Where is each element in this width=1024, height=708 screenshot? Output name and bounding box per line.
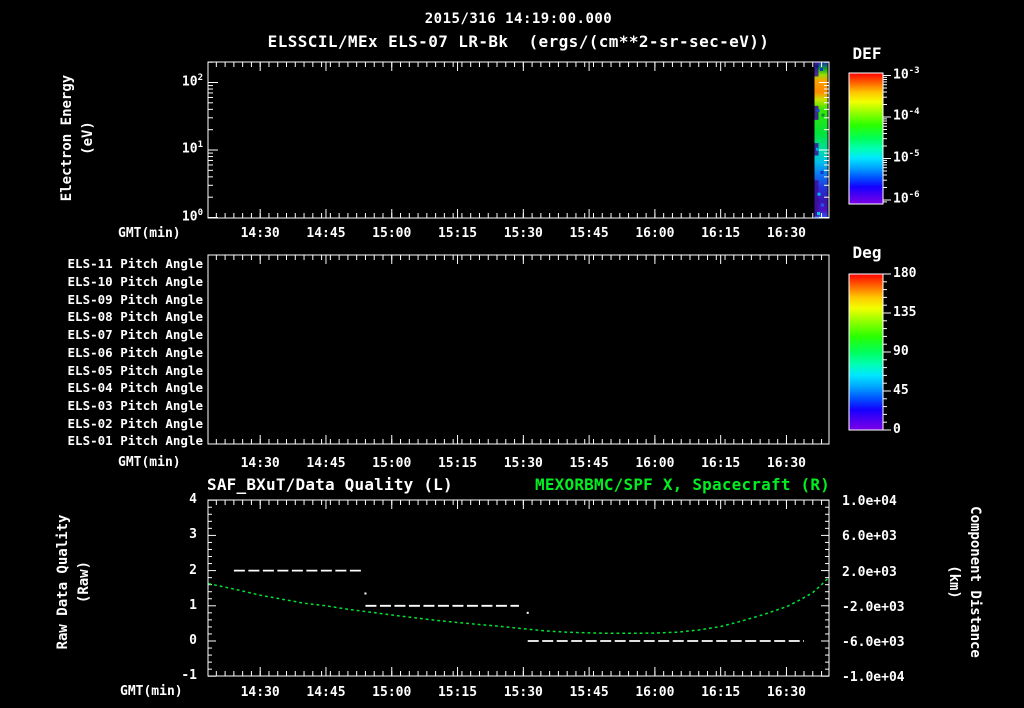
def-colorbar-title: DEF — [852, 44, 882, 63]
distance-axis-title: Component Distance (km) — [943, 506, 985, 658]
pitch-row-label: ELS-03 Pitch Angle — [67, 397, 203, 413]
pitch-row-label: ELS-10 Pitch Angle — [67, 274, 203, 289]
x-tick-label: 14:45 — [306, 685, 346, 700]
pitch-row-label: ELS-05 Pitch Angle — [67, 362, 203, 378]
colorbar-tick-label: 10-4 — [893, 107, 920, 124]
x-tick-label: 15:00 — [372, 685, 412, 700]
energy-axis-title-line1: Electron Energy — [59, 74, 75, 202]
pitch-row-label: ELS-09 Pitch Angle — [67, 291, 203, 307]
quality-axis-title-line1: Raw Data Quality — [55, 514, 71, 650]
colorbar-tick-label: 45 — [893, 383, 909, 398]
x-tick-label: 15:30 — [503, 226, 543, 241]
spectrogram-plot-page: 2015/316 14:19:00.000 ELSSCIL/MEx ELS-07… — [0, 0, 1024, 708]
pitch-row-label: ELS-08 Pitch Angle — [67, 309, 203, 325]
quality-y-tick-label: -1 — [181, 668, 197, 684]
gmt-axis-label-top: GMT(min) — [118, 226, 181, 241]
distance-y-tick-label: -2.0e+03 — [842, 599, 905, 615]
energy-y-tick-label: 102 — [181, 72, 203, 89]
spectrogram-burst-speck — [821, 203, 824, 207]
quality-y-tick-label: 2 — [189, 562, 197, 578]
x-tick-label: 15:30 — [503, 685, 543, 700]
quality-axis-title-line2: (Raw) — [76, 560, 92, 604]
colorbar-tick-label: 180 — [893, 266, 917, 281]
spectrogram-burst-speck — [816, 147, 819, 151]
x-tick-label: 15:00 — [372, 456, 412, 471]
spectrogram-burst-speck — [817, 192, 821, 196]
colorbar — [848, 273, 884, 431]
x-tick-label: 14:30 — [240, 226, 280, 241]
panel-border-1 — [207, 254, 830, 445]
colorbar-tick-label: 90 — [893, 344, 909, 359]
gmt-axis-label-middle: GMT(min) — [118, 455, 181, 470]
x-tick-label: 16:30 — [766, 685, 807, 700]
colorbar — [848, 72, 884, 205]
x-tick-label: 15:00 — [372, 226, 412, 241]
quality-y-tick-label: 0 — [189, 633, 197, 648]
pitch-row-label: ELS-11 Pitch Angle — [67, 256, 203, 272]
x-tick-label: 15:45 — [569, 226, 609, 241]
colorbar-tick-label: 10-6 — [893, 190, 920, 207]
quality-panel-title-right: MEXORBMC/SPF X, Spacecraft (R) — [535, 475, 830, 494]
x-tick-label: 16:00 — [635, 685, 675, 700]
x-tick-label: 14:45 — [306, 456, 346, 471]
pitch-row-label: ELS-06 Pitch Angle — [67, 344, 203, 360]
panel-border-0 — [207, 61, 830, 219]
pitch-row-label: ELS-04 Pitch Angle — [67, 380, 203, 396]
plot-subtitle: ELSSCIL/MEx ELS-07 LR-Bk (ergs/(cm**2-sr… — [267, 32, 770, 51]
plot-title: 2015/316 14:19:00.000 — [424, 11, 613, 27]
distance-axis-title-line1: Component Distance — [967, 506, 983, 658]
spectrogram-burst-speck — [816, 109, 820, 112]
energy-y-tick-label: 100 — [181, 207, 203, 224]
spectrogram-burst-speck — [820, 67, 823, 71]
x-tick-label: 16:00 — [635, 456, 675, 471]
quality-y-tick-label: 3 — [189, 527, 197, 543]
distance-y-tick-label: -1.0e+04 — [842, 670, 905, 686]
spectrogram-burst-speck-band — [814, 62, 819, 77]
distance-y-tick-label: -6.0e+03 — [842, 635, 905, 650]
x-tick-label: 14:45 — [306, 226, 346, 241]
pitch-row-label: ELS-02 Pitch Angle — [67, 415, 203, 431]
spectrogram-burst-speck — [821, 113, 825, 117]
gmt-axis-label-bottom: GMT(min) — [120, 684, 183, 699]
colorbar-tick-label: 10-5 — [893, 148, 920, 165]
x-tick-label: 16:15 — [701, 226, 741, 241]
pitch-row-label: ELS-01 Pitch Angle — [67, 433, 203, 449]
quality-stray-point — [364, 592, 367, 595]
x-tick-label: 15:30 — [503, 456, 543, 471]
distance-axis-title-line2: (km) — [946, 565, 962, 599]
colorbar-tick-label: 10-3 — [893, 65, 920, 82]
distance-y-tick-label: 2.0e+03 — [842, 564, 897, 580]
x-tick-label: 14:30 — [240, 685, 280, 700]
x-tick-label: 16:00 — [635, 226, 675, 241]
distance-y-tick-label: 1.0e+04 — [842, 494, 897, 510]
deg-colorbar-title: Deg — [852, 243, 882, 262]
x-tick-label: 16:30 — [766, 226, 807, 241]
energy-axis-title-line2: (eV) — [80, 121, 96, 155]
x-tick-label: 16:15 — [701, 685, 741, 700]
colorbar-tick-label: 0 — [893, 422, 901, 437]
spectrogram-burst-speck — [817, 212, 820, 216]
x-tick-label: 16:15 — [701, 456, 741, 471]
spectrogram-burst-speck — [815, 64, 819, 68]
x-tick-label: 15:45 — [569, 685, 609, 700]
distance-y-tick-label: 6.0e+03 — [842, 529, 897, 545]
panel-border-2 — [207, 499, 830, 677]
x-tick-label: 16:30 — [766, 456, 807, 471]
x-tick-label: 15:15 — [437, 226, 478, 241]
x-tick-label: 15:15 — [437, 456, 478, 471]
quality-y-tick-label: 4 — [189, 492, 197, 508]
energy-y-tick-label: 101 — [181, 140, 203, 157]
spectrogram-burst-speck-band — [814, 180, 819, 216]
pitch-row-label: ELS-07 Pitch Angle — [67, 327, 203, 343]
x-tick-label: 14:30 — [240, 456, 280, 471]
spectrogram-burst-speck — [820, 171, 824, 174]
colorbar-tick-label: 135 — [893, 305, 917, 320]
x-tick-label: 15:15 — [437, 685, 478, 700]
x-tick-label: 15:45 — [569, 456, 609, 471]
quality-y-tick-label: 1 — [189, 597, 197, 613]
quality-axis-title: Raw Data Quality (Raw) — [53, 515, 95, 650]
spectrogram-burst-speck-band — [814, 105, 819, 120]
quality-stray-point — [526, 611, 529, 614]
energy-axis-title: Electron Energy (eV) — [57, 75, 99, 201]
